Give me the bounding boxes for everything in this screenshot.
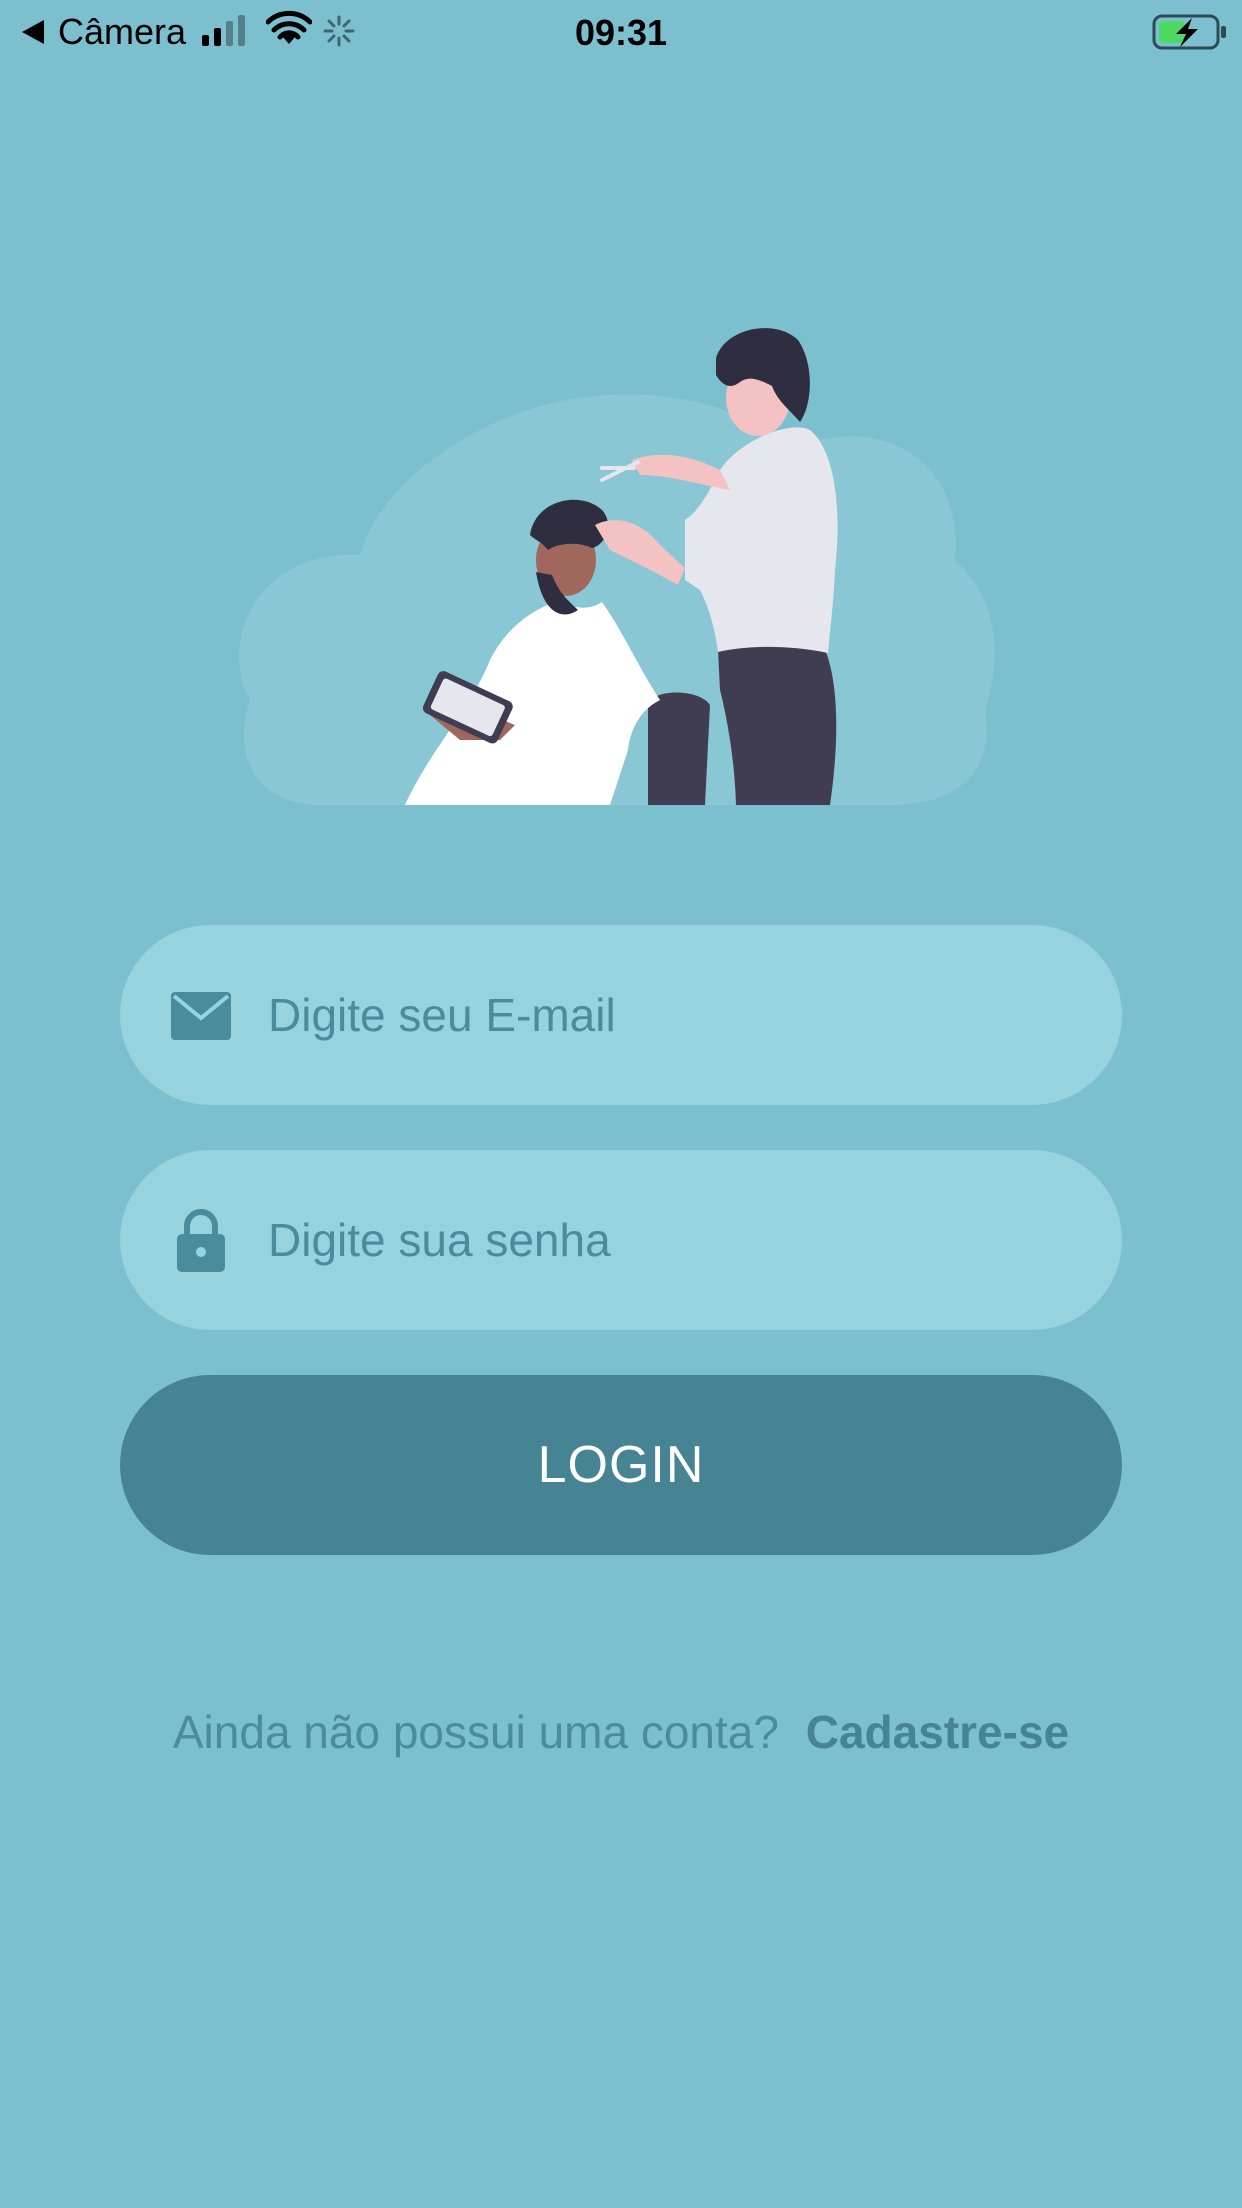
email-field[interactable] xyxy=(120,925,1122,1105)
status-bar: Câmera 09:31 xyxy=(0,0,1242,62)
password-field[interactable] xyxy=(120,1150,1122,1330)
status-clock: 09:31 xyxy=(574,12,668,53)
email-input[interactable] xyxy=(268,925,1068,1105)
barber-illustration xyxy=(239,328,995,805)
chair-icon xyxy=(648,692,710,805)
signup-row: Ainda não possui uma conta? Cadastre-se xyxy=(0,1705,1242,1759)
envelope-icon xyxy=(170,985,232,1047)
signup-prompt: Ainda não possui uma conta? xyxy=(172,1706,779,1758)
barber-pants xyxy=(718,644,837,805)
signup-link[interactable]: Cadastre-se xyxy=(806,1706,1069,1758)
login-button[interactable]: LOGIN xyxy=(120,1375,1122,1555)
battery-charging-icon xyxy=(1152,14,1226,50)
password-input[interactable] xyxy=(268,1150,1068,1330)
lock-icon xyxy=(170,1209,232,1272)
